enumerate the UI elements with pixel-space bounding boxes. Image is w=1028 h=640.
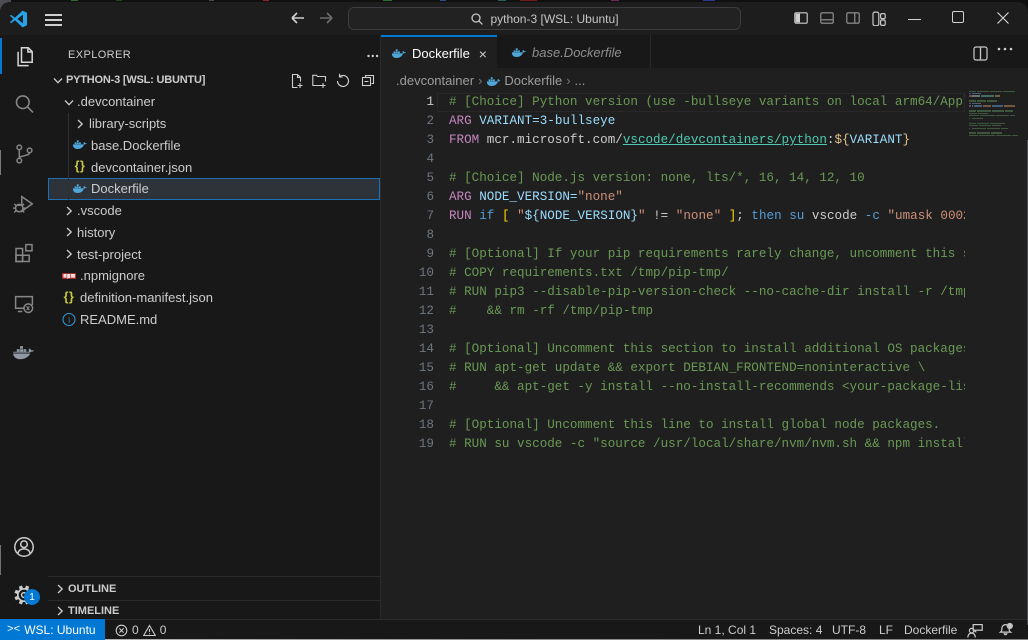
svg-text:i: i — [68, 315, 71, 325]
